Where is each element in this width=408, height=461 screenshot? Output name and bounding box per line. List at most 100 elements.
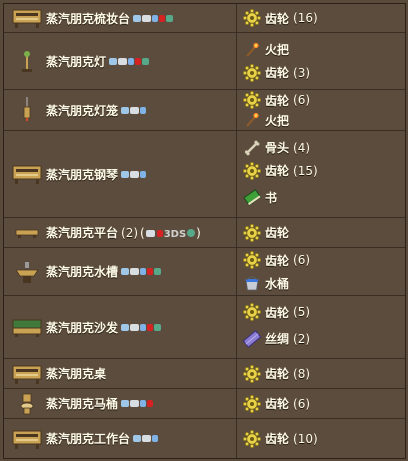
ingredient-link[interactable]: 齿轮 — [265, 365, 289, 382]
ingredients-cell: 齿轮 (6) 火把 — [237, 90, 405, 130]
sink-icon — [12, 260, 42, 284]
ingredient-link[interactable]: 书 — [265, 189, 277, 206]
ingredients-cell: 齿轮 (5) 丝绸 (2) — [237, 296, 405, 358]
recipe-row: 蒸汽朋克工作台 齿轮 (10) — [4, 418, 405, 458]
mobile-platform-icon — [140, 323, 147, 331]
ingredient-count: (5) — [293, 305, 311, 319]
ingredient-item: 齿轮 (6) — [242, 90, 405, 110]
old-gen-platform-icon — [135, 57, 142, 65]
lantern-icon — [12, 97, 42, 122]
platform-badges — [121, 268, 162, 275]
water-bucket-icon — [242, 273, 262, 293]
ingredients-cell: 齿轮 (16) — [237, 4, 405, 32]
item-name-link[interactable]: 蒸汽朋克灯笼 — [46, 102, 118, 119]
ingredient-count: (6) — [293, 396, 311, 411]
item-name-link[interactable]: 蒸汽朋克水槽 — [46, 263, 118, 280]
platform-icon — [12, 221, 42, 245]
recipe-row: 蒸汽朋克水槽 齿轮 (6) 水桶 — [4, 247, 405, 295]
result-cell: 蒸汽朋克钢琴 — [4, 131, 237, 217]
ingredient-count: (6) — [293, 93, 311, 107]
ingredient-link[interactable]: 丝绸 — [265, 330, 289, 347]
ingredient-count: (6) — [293, 253, 311, 267]
ingredients-cell: 齿轮 (8) — [237, 359, 405, 388]
old-gen-platform-icon — [147, 323, 154, 331]
cog-icon — [242, 63, 262, 83]
old-gen-platform-icon — [156, 229, 163, 237]
mobile-platform-icon — [140, 268, 147, 275]
platform-badges — [133, 435, 159, 442]
cog-icon — [242, 302, 262, 322]
ingredient-item: 齿轮 (8) — [242, 362, 405, 385]
cog-icon — [242, 364, 262, 384]
console-platform-icon — [142, 435, 152, 442]
pc-platform-icon — [121, 268, 130, 275]
cog-icon — [242, 223, 262, 243]
recipe-row: 蒸汽朋克桌 齿轮 (8) — [4, 358, 405, 388]
old-gen-platform-icon — [159, 14, 166, 22]
3ds-platform-icon — [142, 57, 150, 65]
result-amount: (2) — [121, 225, 139, 240]
console-platform-icon — [130, 268, 140, 275]
ingredient-link[interactable]: 火把 — [265, 112, 289, 129]
ingredient-link[interactable]: 齿轮 — [265, 430, 289, 447]
ingredient-item: 齿轮 (3) — [242, 61, 405, 84]
ingredient-count: (16) — [293, 11, 318, 25]
console-platform-icon — [130, 400, 140, 407]
ingredient-link[interactable]: 齿轮 — [265, 10, 289, 27]
ingredient-item: 火把 — [242, 110, 405, 130]
mobile-platform-icon — [187, 228, 196, 237]
ingredient-link[interactable]: 齿轮 — [265, 252, 289, 269]
ingredients-cell: 齿轮 (6) — [237, 389, 405, 418]
pc-platform-icon — [121, 400, 130, 407]
item-name-link[interactable]: 蒸汽朋克马桶 — [46, 395, 118, 412]
3ds-platform-icon — [154, 323, 162, 331]
cog-icon — [242, 8, 262, 28]
dresser-icon — [12, 6, 42, 30]
item-name-link[interactable]: 蒸汽朋克沙发 — [46, 319, 118, 336]
item-name-link[interactable]: 蒸汽朋克桌 — [46, 365, 106, 382]
item-name-link[interactable]: 蒸汽朋克工作台 — [46, 430, 130, 447]
ingredient-link[interactable]: 齿轮 — [265, 304, 289, 321]
ingredient-link[interactable]: 齿轮 — [265, 92, 289, 109]
pc-platform-icon — [121, 106, 130, 114]
ingredient-link[interactable]: 火把 — [265, 41, 289, 58]
ingredient-link[interactable]: 齿轮 — [265, 224, 289, 241]
item-name-link[interactable]: 蒸汽朋克梳妆台 — [46, 10, 130, 27]
recipe-row: 蒸汽朋克马桶 齿轮 (6) — [4, 388, 405, 418]
cog-icon — [242, 161, 262, 181]
item-name-link[interactable]: 蒸汽朋克钢琴 — [46, 166, 118, 183]
cog-icon — [242, 250, 262, 270]
ingredient-link[interactable]: 骨头 — [265, 139, 289, 156]
3ds-platform-label: 3DS — [163, 228, 187, 240]
ingredient-link[interactable]: 齿轮 — [265, 64, 289, 81]
ingredient-item: 水桶 — [242, 272, 405, 295]
console-platform-icon — [130, 323, 140, 331]
torch-icon — [242, 110, 262, 130]
item-name-link[interactable]: 蒸汽朋克平台 — [46, 224, 118, 241]
pc-platform-icon — [121, 323, 130, 331]
console-platform-icon — [118, 57, 128, 65]
ingredient-link[interactable]: 齿轮 — [265, 395, 289, 412]
ingredient-item: 齿轮 (16) — [242, 7, 405, 30]
ingredient-item: 齿轮 (6) — [242, 249, 405, 272]
mobile-platform-icon — [152, 435, 159, 442]
platform-badges — [121, 400, 154, 407]
3ds-platform-icon — [154, 268, 162, 275]
recipe-row: 蒸汽朋克平台 (2)(3DS) 齿轮 — [4, 217, 405, 247]
platform-note: (3DS) — [140, 225, 201, 240]
torch-icon — [242, 40, 262, 60]
result-cell: 蒸汽朋克马桶 — [4, 389, 237, 418]
ingredients-cell: 齿轮 — [237, 218, 405, 247]
platform-badges — [121, 170, 147, 178]
lamp-icon — [12, 49, 42, 73]
ingredient-item: 齿轮 (6) — [242, 392, 405, 415]
console-platform-icon — [130, 106, 140, 114]
ingredient-link[interactable]: 水桶 — [265, 275, 289, 292]
item-name-link[interactable]: 蒸汽朋克灯 — [46, 53, 106, 70]
ingredient-count: (8) — [293, 366, 311, 381]
old-gen-platform-icon — [147, 268, 154, 275]
pc-platform-icon — [133, 14, 142, 22]
ingredient-link[interactable]: 齿轮 — [265, 162, 289, 179]
ingredient-count: (3) — [293, 65, 311, 80]
piano-icon — [12, 162, 42, 186]
